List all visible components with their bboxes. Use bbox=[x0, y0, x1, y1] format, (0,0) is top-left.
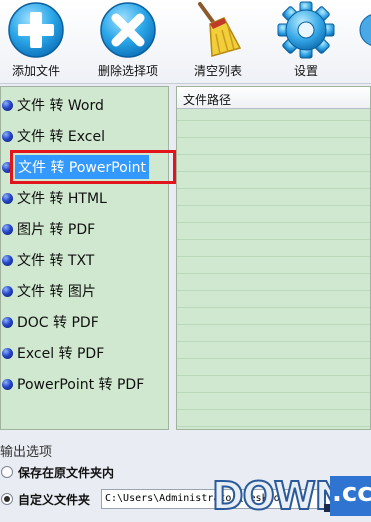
radio-label: 保存在原文件夹内 bbox=[18, 466, 115, 480]
site-watermark-logo: DOWN .cc bbox=[211, 473, 371, 522]
conversion-label: 文件 转 图片 bbox=[17, 284, 96, 300]
file-path-column-header[interactable]: 文件路径 bbox=[177, 87, 370, 109]
bullet-icon bbox=[2, 379, 13, 390]
watermark-suffix-text: .cc bbox=[332, 478, 371, 508]
settings-button[interactable]: 设置 bbox=[277, 0, 335, 82]
conversion-label: PowerPoint 转 PDF bbox=[17, 377, 145, 393]
conversion-label: 图片 转 PDF bbox=[17, 222, 96, 238]
conversion-label: Excel 转 PDF bbox=[17, 346, 105, 362]
bullet-icon bbox=[2, 255, 13, 266]
conversion-item[interactable]: DOC 转 PDF bbox=[1, 307, 169, 333]
clear-list-label: 清空列表 bbox=[193, 64, 242, 78]
conversion-label: DOC 转 PDF bbox=[17, 315, 99, 331]
more-toolbar-button[interactable] bbox=[350, 0, 371, 82]
watermark-suffix-box: .cc bbox=[330, 476, 371, 516]
bullet-icon bbox=[2, 224, 13, 235]
output-options-title: 输出选项 bbox=[0, 445, 53, 460]
conversion-label: 文件 转 Word bbox=[17, 98, 104, 114]
bullet-icon bbox=[2, 317, 13, 328]
add-files-label: 添加文件 bbox=[11, 64, 60, 78]
conversion-item[interactable]: 文件 转 Word bbox=[1, 90, 169, 116]
conversion-item[interactable]: 文件 转 图片 bbox=[1, 276, 169, 302]
conversion-label: 文件 转 TXT bbox=[17, 253, 95, 269]
bullet-icon bbox=[2, 100, 13, 111]
conversion-list: 文件 转 Word 文件 转 Excel 文件 转 PowerPoint 文件 … bbox=[0, 86, 169, 430]
bullet-icon bbox=[2, 286, 13, 297]
conversion-item[interactable]: Excel 转 PDF bbox=[1, 338, 169, 364]
conversion-item[interactable]: 文件 转 HTML bbox=[1, 183, 169, 209]
toolbar: 添加文件 删除选择项 清空列表 设置 bbox=[0, 0, 371, 84]
conversion-item[interactable]: PowerPoint 转 PDF bbox=[1, 369, 169, 395]
conversion-item[interactable]: 文件 转 TXT bbox=[1, 245, 169, 271]
broom-icon bbox=[198, 2, 242, 57]
delete-selected-button[interactable]: 删除选择项 bbox=[88, 0, 168, 82]
conversion-item[interactable]: 图片 转 PDF bbox=[1, 214, 169, 240]
conversion-label: 文件 转 HTML bbox=[17, 191, 107, 207]
highlight-annotation-box bbox=[10, 150, 176, 184]
plus-icon bbox=[8, 2, 64, 58]
partial-toolbar-icon bbox=[359, 14, 371, 46]
radio-button[interactable] bbox=[1, 466, 13, 478]
bullet-icon bbox=[2, 193, 13, 204]
add-files-button[interactable]: 添加文件 bbox=[2, 0, 70, 82]
bullet-icon bbox=[2, 348, 13, 359]
settings-label: 设置 bbox=[293, 64, 318, 78]
clear-list-button[interactable]: 清空列表 bbox=[186, 0, 250, 82]
radio-label: 自定义文件夹 bbox=[18, 493, 91, 507]
bullet-icon bbox=[2, 131, 13, 142]
gear-icon bbox=[277, 1, 335, 59]
file-list[interactable]: 文件路径 bbox=[176, 86, 371, 430]
radio-button-checked[interactable] bbox=[1, 493, 13, 505]
conversion-item[interactable]: 文件 转 Excel bbox=[1, 121, 169, 147]
delete-selected-label: 删除选择项 bbox=[97, 64, 158, 78]
conversion-label: 文件 转 Excel bbox=[17, 129, 105, 145]
delete-x-icon bbox=[100, 2, 156, 58]
